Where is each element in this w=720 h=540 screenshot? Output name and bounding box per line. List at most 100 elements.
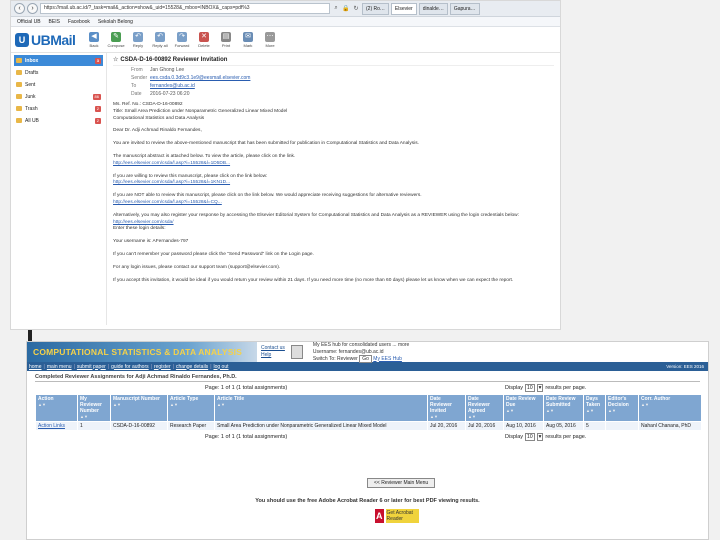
col-article-title[interactable]: Article Title ▲▼ xyxy=(214,394,428,422)
assignments-title: Completed Reviewer Assignments for Adji … xyxy=(35,374,700,382)
util-links: Contact us Help xyxy=(261,345,285,359)
get-acrobat-reader-link[interactable]: A Get Acrobat Reader xyxy=(375,508,419,524)
more-button[interactable]: ⋯ More xyxy=(259,31,281,48)
sort-icon: ▲▼ xyxy=(217,402,225,407)
print-button[interactable]: ▤ Print xyxy=(215,31,237,48)
folder-sent[interactable]: Sent xyxy=(14,79,103,90)
col-article-type[interactable]: Article Type ▲▼ xyxy=(167,394,215,422)
ubmail-logo[interactable]: U UBMail xyxy=(11,32,83,48)
message-subject: ☆ CSDA-D-16-00892 Reviewer Invitation xyxy=(113,56,554,66)
back-button[interactable]: ◀ Back xyxy=(83,31,105,48)
help-link[interactable]: Help xyxy=(261,352,285,359)
menu-main-menu[interactable]: main menu xyxy=(47,364,72,370)
lock-icon: 🔒 xyxy=(342,6,350,12)
results-per-page-select[interactable]: 10 xyxy=(525,384,535,392)
sort-icon: ▲▼ xyxy=(608,408,616,413)
address-bar[interactable]: https://mail.ub.ac.id/?_task=mail&_actio… xyxy=(40,3,330,14)
folder-icon xyxy=(16,82,22,87)
ees-screenshot: COMPUTATIONAL STATISTICS & DATA ANALYSIS… xyxy=(26,341,709,540)
flag-icon[interactable]: ☆ xyxy=(113,56,118,63)
reviewer-main-menu-button[interactable]: << Reviewer Main Menu xyxy=(367,478,436,488)
browser-tab[interactable]: dinalde… xyxy=(418,2,448,15)
back-arrow-icon[interactable]: ‹ xyxy=(14,3,25,14)
sort-icon: ▲▼ xyxy=(468,414,476,419)
browser-tab[interactable]: (2) Ro… xyxy=(362,2,389,15)
folder-inbox[interactable]: Inbox 3 xyxy=(14,55,103,66)
action-links[interactable]: Action Links xyxy=(35,421,78,431)
chevron-down-icon[interactable]: ▾ xyxy=(536,433,544,441)
reply-button[interactable]: ↶ Reply xyxy=(127,31,149,48)
refresh-icon[interactable]: ↻ xyxy=(352,5,360,12)
go-button[interactable]: Go xyxy=(359,354,372,363)
menu-register[interactable]: register xyxy=(154,364,171,370)
folder-drafts[interactable]: Drafts xyxy=(14,67,103,78)
ees-menu-bar: home | main menu | submit paper | guide for… xyxy=(27,362,708,371)
col-date-submitted[interactable]: Date Review Submitted ▲▼ xyxy=(543,394,584,422)
journal-title: COMPUTATIONAL STATISTICS & DATA ANALYSIS xyxy=(27,342,257,362)
ees-login-link[interactable]: http://ees.elsevier.com/csda/ xyxy=(113,220,174,225)
contact-us-link[interactable]: Contact us xyxy=(261,345,285,352)
search-icon[interactable]: ⌕ xyxy=(332,5,340,12)
sort-icon: ▲▼ xyxy=(546,408,554,413)
sort-icon: ▲▼ xyxy=(80,414,88,419)
unread-badge: 3 xyxy=(94,57,101,64)
reply-all-button[interactable]: ↶ Reply all xyxy=(149,31,171,48)
folder-trash[interactable]: Trash 2 xyxy=(14,103,103,114)
ees-banner: COMPUTATIONAL STATISTICS & DATA ANALYSIS… xyxy=(27,341,708,363)
back-icon: ◀ xyxy=(89,31,99,42)
results-per-page-select[interactable]: 10 xyxy=(525,433,535,441)
col-date-agreed[interactable]: Date Reviewer Agreed ▲▼ xyxy=(465,394,504,422)
forward-button[interactable]: ↷ Forward xyxy=(171,31,193,48)
my-ees-hub-link[interactable]: My EES Hub xyxy=(373,356,402,362)
forward-arrow-icon[interactable]: › xyxy=(27,3,38,14)
decline-link[interactable]: http://ees.elsevier.com/csda/l.asp?i=155… xyxy=(113,200,222,205)
trash-icon: ✕ xyxy=(199,31,209,42)
mail-body: Inbox 3 Drafts Sent Junk 86 Trash 2 All UB 2… xyxy=(11,53,560,325)
folder-junk[interactable]: Junk 86 xyxy=(14,91,103,102)
folder-all-ub[interactable]: All UB 2 xyxy=(14,115,103,126)
accept-link[interactable]: http://ees.elsevier.com/csda/l.asp?i=155… xyxy=(113,180,230,185)
browser-tab[interactable]: Gapura… xyxy=(449,2,480,15)
adobe-note: You should use the free Adobe Acrobat Re… xyxy=(255,498,480,504)
menu-home[interactable]: home xyxy=(29,364,42,370)
mark-button[interactable]: ✉ Mark xyxy=(237,31,259,48)
col-date-due[interactable]: Date Review Due ▲▼ xyxy=(503,394,544,422)
sort-icon: ▲▼ xyxy=(430,414,438,419)
more-icon: ⋯ xyxy=(265,31,275,42)
bookmark-item[interactable]: BEIS xyxy=(49,19,60,25)
ub-logo-icon: U xyxy=(15,32,29,47)
folder-icon xyxy=(16,70,22,75)
col-editor-decision[interactable]: Editor's Decision ▲▼ xyxy=(605,394,639,422)
menu-change-details[interactable]: change details xyxy=(176,364,208,370)
chevron-down-icon[interactable]: ▾ xyxy=(536,384,544,392)
menu-guide-for-authors[interactable]: guide for authors xyxy=(111,364,149,370)
compose-button[interactable]: ✎ Compose xyxy=(105,31,127,48)
view-article-link[interactable]: http://ees.elsevier.com/csda/l.asp?i=155… xyxy=(113,161,230,166)
delete-button[interactable]: ✕ Delete xyxy=(193,31,215,48)
header-date: Date 2016-07-23 06:20 xyxy=(131,91,190,97)
user-info: My EES hub for consolidated users ... mo… xyxy=(312,341,410,363)
col-reviewer-number[interactable]: My Reviewer Number ▲▼ xyxy=(77,394,111,422)
bookmark-item[interactable]: Official UB xyxy=(17,19,41,25)
bookmark-item[interactable]: Sekolah Belong xyxy=(98,19,133,25)
pager-text: Page: 1 of 1 (1 total assignments) xyxy=(205,385,288,391)
message-view: ☆ CSDA-D-16-00892 Reviewer Invitation Fr… xyxy=(106,53,560,325)
forward-icon: ↷ xyxy=(177,31,187,42)
display-control: Display 10 ▾ results per page. xyxy=(505,384,587,392)
col-manuscript-number[interactable]: Manuscript Number ▲▼ xyxy=(110,394,168,422)
menu-submit-paper[interactable]: submit paper xyxy=(77,364,106,370)
unread-badge: 86 xyxy=(92,93,101,100)
mark-icon: ✉ xyxy=(243,31,253,42)
browser-tab-active[interactable]: Elsevier xyxy=(390,2,417,15)
bookmark-item[interactable]: Facebook xyxy=(68,19,90,25)
unread-badge: 2 xyxy=(94,105,101,112)
folder-list: Inbox 3 Drafts Sent Junk 86 Trash 2 All UB 2 xyxy=(11,53,106,325)
col-date-invited[interactable]: Date Reviewer Invited ▲▼ xyxy=(427,394,466,422)
elsevier-seal-icon xyxy=(290,345,303,359)
col-days-taken[interactable]: Days Taken ▲▼ xyxy=(583,394,606,422)
col-corr-author[interactable]: Corr. Author ▲▼ xyxy=(638,394,702,422)
menu-log-out[interactable]: log out xyxy=(214,364,229,370)
sort-icon: ▲▼ xyxy=(113,402,121,407)
col-action[interactable]: Action ▲▼ xyxy=(35,394,78,422)
bookmarks-bar: Official UB BEIS Facebook Sekolah Belong xyxy=(11,17,560,27)
